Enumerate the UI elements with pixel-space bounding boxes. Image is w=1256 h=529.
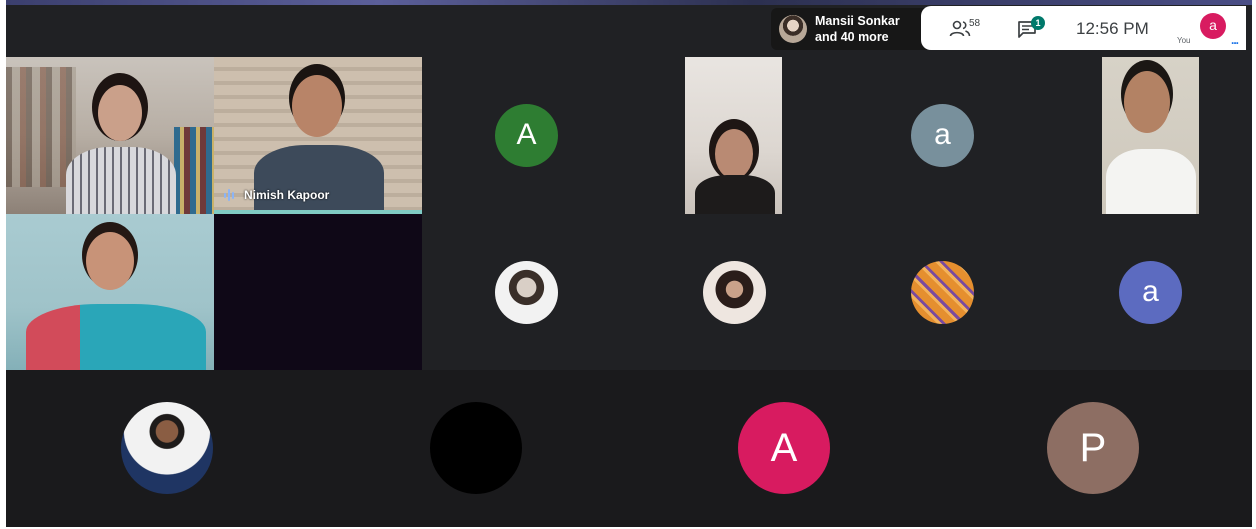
participant-avatar-a-gray[interactable]: a [911, 104, 974, 167]
participant-tile-woman-saree[interactable] [6, 214, 214, 370]
participant-photo-avatar[interactable] [121, 402, 213, 494]
presenter-more: and 40 more [815, 30, 889, 44]
presenter-name: Mansii Sonkar [815, 14, 900, 28]
people-icon [949, 20, 971, 37]
background-shelf [6, 67, 76, 187]
meeting-info-bar: 58 1 12:56 PM You a ... [921, 6, 1246, 50]
participant-name: Nimish Kapoor [244, 188, 330, 202]
you-label: You [1177, 36, 1191, 45]
more-icon[interactable]: ... [1231, 34, 1239, 46]
participant-avatar-p-brown[interactable]: P [1047, 402, 1139, 494]
participant-avatar-a-green[interactable]: A [495, 104, 558, 167]
participant-tile-woman-bookshelf[interactable] [6, 57, 214, 214]
participant-torso [26, 304, 206, 370]
participant-head [715, 129, 753, 179]
presenter-text: Mansii Sonkar and 40 more [815, 13, 900, 45]
presenter-avatar [779, 15, 807, 43]
participant-photo-avatar[interactable] [495, 261, 558, 324]
participant-head [86, 232, 134, 290]
participant-torso [66, 147, 176, 214]
participant-torso [1106, 149, 1196, 214]
participant-tile-nimish[interactable]: Nimish Kapoor [214, 57, 422, 214]
chat-badge: 1 [1031, 16, 1045, 30]
participant-tile-camera-off[interactable] [214, 214, 422, 370]
presenter-chip[interactable]: Mansii Sonkar and 40 more [771, 8, 931, 50]
participant-photo-avatar[interactable] [911, 261, 974, 324]
clock: 12:56 PM [1076, 19, 1149, 38]
participant-avatar-a-pink[interactable]: A [738, 402, 830, 494]
participant-photo-avatar[interactable] [703, 261, 766, 324]
participant-torso [254, 145, 384, 214]
participant-head [1124, 71, 1170, 133]
participant-name-bar: Nimish Kapoor [224, 188, 329, 202]
presentation-strip [6, 0, 1252, 5]
people-count: 58 [969, 18, 981, 29]
participant-tile-young-man[interactable] [1102, 57, 1199, 214]
participant-head [292, 75, 342, 137]
participant-torso [695, 175, 775, 214]
participant-photo-avatar-black[interactable] [430, 402, 522, 494]
audio-wave-icon [224, 189, 236, 201]
background-books [174, 127, 214, 214]
bottom-participant-row: A P [6, 370, 1252, 527]
participant-avatar-a-blue[interactable]: a [1119, 261, 1182, 324]
chat-button[interactable]: 1 [1017, 16, 1045, 40]
participant-head [98, 85, 142, 141]
people-button[interactable]: 58 [949, 18, 981, 40]
self-avatar[interactable]: a [1200, 13, 1226, 39]
participant-tile-lady-glasses[interactable] [685, 57, 782, 214]
meeting-window: Mansii Sonkar and 40 more Nimish Kapoor … [6, 0, 1252, 527]
